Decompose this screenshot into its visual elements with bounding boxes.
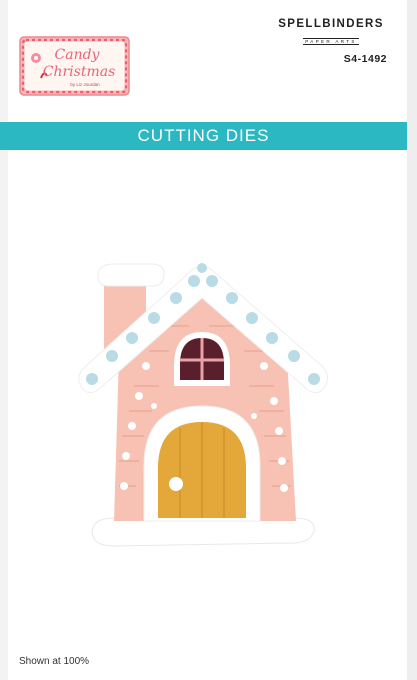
category-banner: CUTTING DIES	[0, 122, 407, 150]
product-sku: S4-1492	[343, 53, 387, 65]
right-edge	[407, 0, 417, 680]
scale-note: Shown at 100%	[19, 656, 90, 667]
candy-christmas-logo: Candy Christmas by Liz Jourdan	[19, 36, 130, 96]
svg-text:Candy: Candy	[55, 47, 101, 63]
brand-name: SPELLBINDERS	[278, 18, 384, 30]
gingerbread-house-illustration	[78, 263, 328, 547]
door-knob-icon	[169, 477, 183, 491]
chimney-snow-icon	[97, 263, 165, 287]
snow-base-icon	[91, 517, 315, 547]
svg-text:by Liz Jourdan: by Liz Jourdan	[70, 82, 100, 87]
left-edge	[0, 0, 8, 680]
svg-text:Christmas: Christmas	[43, 64, 116, 80]
brand-subtitle: PAPER ARTS	[303, 38, 359, 45]
product-card: Candy Christmas by Liz Jourdan SPELLBIND…	[0, 0, 417, 680]
brand-logo: SPELLBINDERS PAPER ARTS	[272, 18, 390, 48]
banner-title: CUTTING DIES	[137, 126, 270, 145]
